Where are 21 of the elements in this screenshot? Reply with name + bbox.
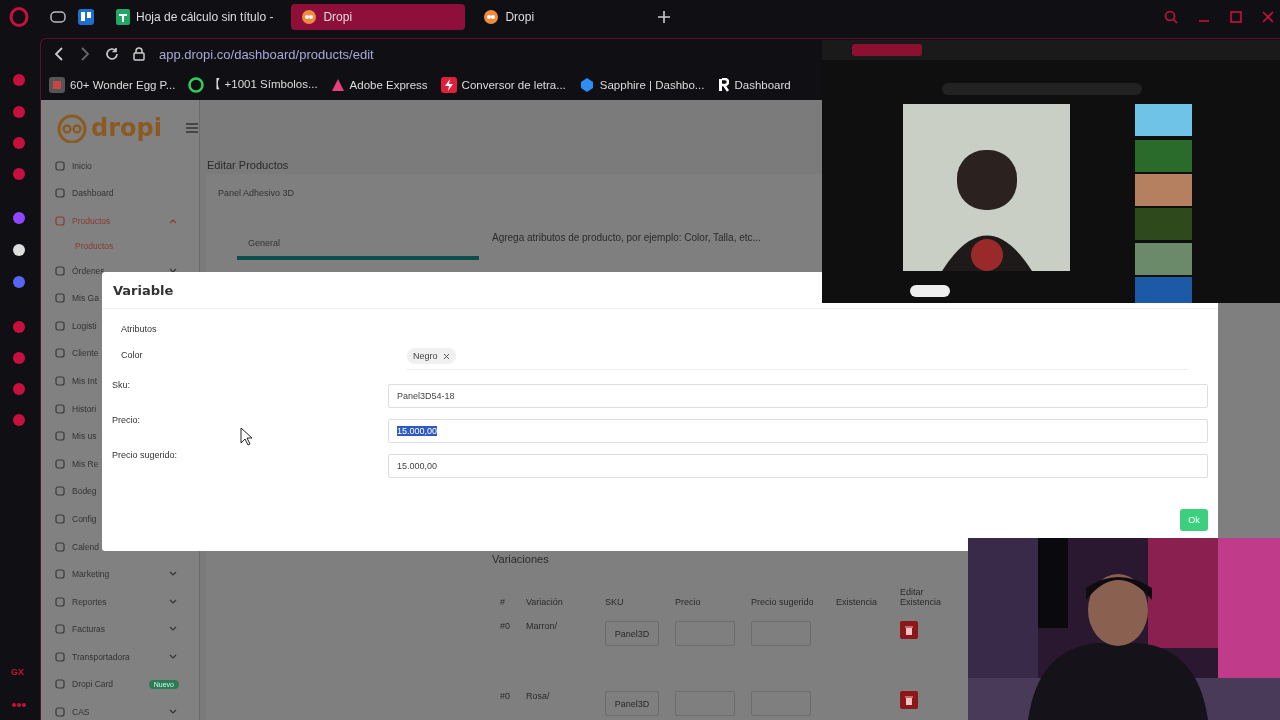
table-cell: Marron/ xyxy=(526,621,557,631)
column-header: Precio sugerido xyxy=(751,597,814,607)
logo-text: dropi xyxy=(91,114,162,142)
table-cell: #0 xyxy=(500,621,510,631)
column-header: # xyxy=(500,597,505,607)
column-header: Editar Existencia xyxy=(900,587,943,607)
column-header: Variación xyxy=(526,597,563,607)
variations-title: Variaciones xyxy=(492,553,550,565)
field-label: Precio sugerido: xyxy=(112,450,178,460)
field-label: Sku: xyxy=(112,380,130,390)
table-cell: #0 xyxy=(500,691,510,701)
column-header: Existencia xyxy=(836,597,878,607)
attribute-name: Color xyxy=(121,350,143,360)
page-title: Editar Productos xyxy=(206,158,290,173)
column-header: SKU xyxy=(605,597,624,607)
attributes-label: Atributos xyxy=(121,324,157,334)
table-cell: Rosa/ xyxy=(526,691,550,701)
product-name: Panel Adhesivo 3D xyxy=(218,188,296,198)
field-label: Precio: xyxy=(112,415,140,425)
attributes-hint: Agrega atributos de producto, por ejemplo: Color, Talla, etc... xyxy=(492,232,761,245)
column-header: Precio xyxy=(675,597,701,607)
